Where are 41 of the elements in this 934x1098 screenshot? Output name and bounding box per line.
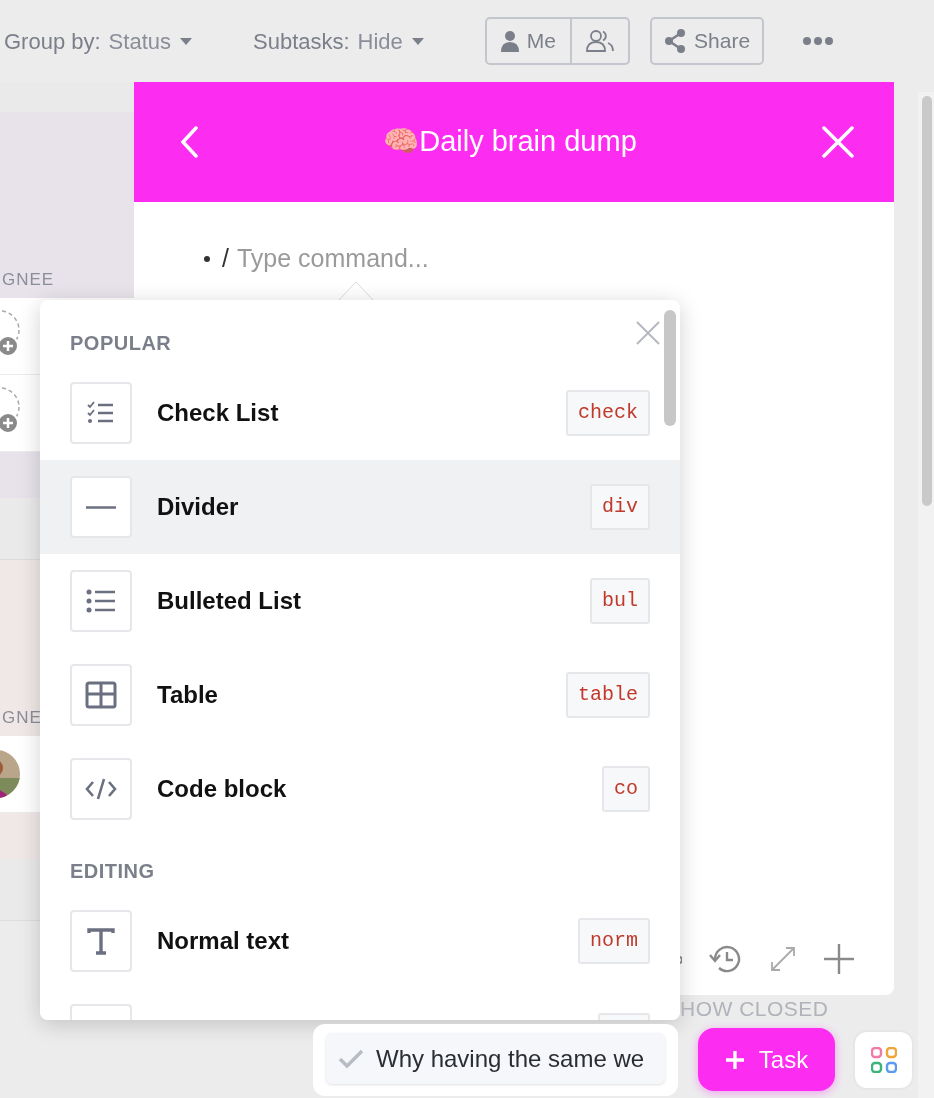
check-icon — [338, 1048, 364, 1069]
section-header: POPULAR — [70, 331, 172, 356]
plus-icon — [724, 1049, 745, 1070]
expand-icon[interactable] — [770, 946, 796, 972]
shortcut-tag: div — [590, 484, 650, 530]
menu-item[interactable]: Bulleted List bul — [40, 554, 680, 648]
slash-text: / — [222, 243, 229, 274]
column-header: GNEE — [2, 269, 56, 292]
pinned-task[interactable]: Why having the same we — [326, 1033, 665, 1084]
doc-title: 🧠Daily brain dump — [383, 124, 637, 160]
shortcut-tag: check — [566, 390, 650, 436]
caret-icon — [410, 36, 425, 46]
bullet-icon — [204, 255, 210, 262]
person-icon — [500, 30, 519, 52]
history-icon[interactable] — [709, 943, 743, 975]
scrollbar-thumb[interactable] — [922, 96, 932, 506]
people-icon — [586, 29, 615, 53]
shortcut-tag: co — [602, 766, 650, 812]
scrollbar-thumb[interactable] — [664, 310, 676, 426]
close-icon[interactable] — [636, 321, 660, 345]
caret-icon — [179, 36, 193, 46]
share-icon — [664, 29, 687, 53]
bullet-list-icon — [85, 587, 117, 615]
text-icon — [85, 927, 117, 955]
column-header: GNE — [2, 707, 43, 730]
back-icon[interactable] — [180, 126, 198, 158]
shortcut-tag: table — [566, 672, 650, 718]
more-icon[interactable] — [802, 36, 835, 46]
menu-item[interactable]: Divider div — [40, 460, 680, 554]
apps-button[interactable] — [853, 1030, 914, 1090]
menu-item[interactable]: Code block co — [40, 742, 680, 836]
apps-icon — [870, 1047, 897, 1073]
divider-icon — [86, 505, 116, 509]
shortcut-tag: bul — [590, 578, 650, 624]
section-header: EDITING — [70, 859, 155, 884]
menu-item[interactable]: Table table — [40, 648, 680, 742]
menu-item[interactable]: Normal text norm — [40, 894, 680, 988]
menu-item[interactable]: Check List check — [40, 366, 680, 460]
table-icon — [85, 681, 117, 709]
add-icon[interactable] — [823, 943, 855, 975]
shortcut-tag: norm — [578, 918, 650, 964]
